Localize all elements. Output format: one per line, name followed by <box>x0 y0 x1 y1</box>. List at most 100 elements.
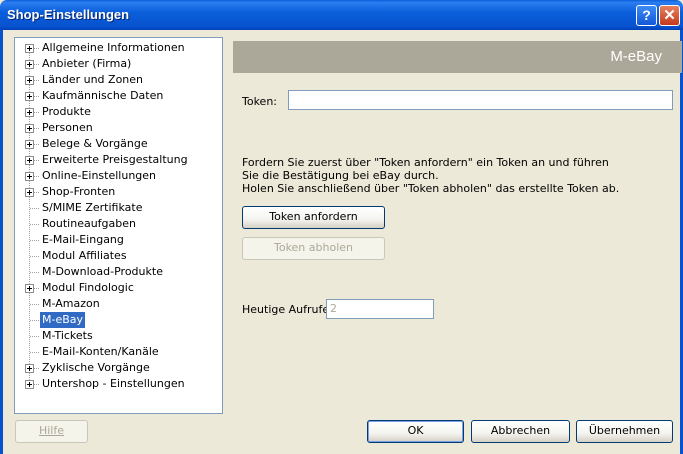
expand-plus-icon[interactable] <box>25 188 34 197</box>
tree-branch-line <box>34 176 39 177</box>
instructions-line: Holen Sie anschließend über "Token abhol… <box>242 182 620 195</box>
fetch-token-label: Token abholen <box>273 241 353 254</box>
tree-item[interactable]: E-Mail-Eingang <box>15 232 220 248</box>
ok-button[interactable]: OK <box>367 420 464 443</box>
settings-tree[interactable]: Allgemeine Informationen Anbieter (Firma)… <box>14 37 223 414</box>
instructions-line: Fordern Sie zuerst über "Token anfordern… <box>242 156 609 169</box>
tree-branch-line <box>30 320 39 321</box>
tree-item-label: Routineaufgaben <box>42 217 136 230</box>
instructions-text: Fordern Sie zuerst über "Token anfordern… <box>242 156 619 195</box>
tree-item[interactable]: M-Download-Produkte <box>15 264 220 280</box>
expand-plus-icon[interactable] <box>25 92 34 101</box>
tree-branch-line <box>34 368 39 369</box>
expand-plus-icon[interactable] <box>25 44 34 53</box>
tree-branch-line <box>34 384 39 385</box>
tree-branch-line <box>34 160 39 161</box>
help-button[interactable]: Hilfe <box>15 420 88 443</box>
tree-item-label: Länder und Zonen <box>42 73 144 86</box>
tree-item-label: Modul Findologic <box>42 281 134 294</box>
tree-branch-line <box>30 256 39 257</box>
tree-item[interactable]: Modul Findologic <box>15 280 220 296</box>
tree-item[interactable]: Modul Affiliates <box>15 248 220 264</box>
instructions-line: Sie die Bestätigung bei eBay durch. <box>242 169 439 182</box>
help-title-button[interactable]: ? <box>636 5 657 26</box>
tree-item-label-selected: M-eBay <box>40 312 86 328</box>
request-token-label: Token anfordern <box>269 210 358 223</box>
window-title: Shop-Einstellungen <box>7 7 130 22</box>
expand-plus-icon[interactable] <box>25 172 34 181</box>
tree-item[interactable]: Online-Einstellungen <box>15 168 220 184</box>
settings-window: Shop-Einstellungen ? ✕ Allgemeine Inform… <box>0 0 683 454</box>
tree-item[interactable]: M-Tickets <box>15 328 220 344</box>
close-window-button[interactable]: ✕ <box>659 5 680 26</box>
tree-item-label: Online-Einstellungen <box>42 169 157 182</box>
cancel-button[interactable]: Abbrechen <box>471 420 570 443</box>
expand-plus-icon[interactable] <box>25 60 34 69</box>
expand-plus-icon[interactable] <box>25 76 34 85</box>
tree-item-label: Produkte <box>42 105 91 118</box>
tree-branch-line <box>30 352 39 353</box>
tree-item-label: Zyklische Vorgänge <box>42 361 150 374</box>
expand-plus-icon[interactable] <box>25 140 34 149</box>
tree-item[interactable]: Allgemeine Informationen <box>15 40 220 56</box>
tree-item[interactable]: Anbieter (Firma) <box>15 56 220 72</box>
tree-item[interactable]: M-eBay <box>15 312 220 328</box>
tree-item[interactable]: S/MIME Zertifikate <box>15 200 220 216</box>
expand-plus-icon[interactable] <box>25 364 34 373</box>
expand-plus-icon[interactable] <box>25 380 34 389</box>
token-label: Token: <box>242 95 278 108</box>
tree-item-label: E-Mail-Konten/Kanäle <box>42 345 159 358</box>
tree-item-label: Anbieter (Firma) <box>42 57 132 70</box>
tree-item-label: M-Tickets <box>42 329 93 342</box>
tree-item[interactable]: Shop-Fronten <box>15 184 220 200</box>
tree-item[interactable]: M-Amazon <box>15 296 220 312</box>
tree-branch-line <box>34 96 39 97</box>
tree-item-label: Modul Affiliates <box>42 249 127 262</box>
cancel-label: Abbrechen <box>490 424 551 437</box>
tree-branch-line <box>34 192 39 193</box>
request-token-button[interactable]: Token anfordern <box>242 206 385 229</box>
expand-plus-icon[interactable] <box>25 156 34 165</box>
expand-plus-icon[interactable] <box>25 108 34 117</box>
tree-item-label: Erweiterte Preisgestaltung <box>42 153 188 166</box>
tree-branch-line <box>34 48 39 49</box>
tree-item[interactable]: Kaufmännische Daten <box>15 88 220 104</box>
panel-title: M-eBay <box>610 48 662 65</box>
tree-item[interactable]: Routineaufgaben <box>15 216 220 232</box>
tree-item-label: Kaufmännische Daten <box>42 89 164 102</box>
tree-item-label: S/MIME Zertifikate <box>42 201 143 214</box>
fetch-token-button[interactable]: Token abholen <box>242 237 385 260</box>
window-frame-left <box>0 30 3 454</box>
tree-branch-line <box>30 336 39 337</box>
tree-branch-line <box>34 64 39 65</box>
question-mark-icon: ? <box>642 7 651 23</box>
close-icon: ✕ <box>663 7 676 24</box>
tree-item-label: Personen <box>42 121 93 134</box>
tree-item[interactable]: Zyklische Vorgänge <box>15 360 220 376</box>
tree-item[interactable]: Länder und Zonen <box>15 72 220 88</box>
tree-item[interactable]: Belege & Vorgänge <box>15 136 220 152</box>
tree-item[interactable]: Erweiterte Preisgestaltung <box>15 152 220 168</box>
tree-item[interactable]: E-Mail-Konten/Kanäle <box>15 344 220 360</box>
expand-plus-icon[interactable] <box>25 124 34 133</box>
tree-branch-line <box>34 128 39 129</box>
help-label: Hilfe <box>38 424 65 437</box>
tree-branch-line <box>30 240 39 241</box>
tree-item-label: M-Amazon <box>42 297 100 310</box>
tree-branch-line <box>34 80 39 81</box>
tree-item-label: Belege & Vorgänge <box>42 137 148 150</box>
calls-today-label: Heutige Aufrufe: <box>242 303 333 316</box>
expand-plus-icon[interactable] <box>25 284 34 293</box>
token-input[interactable] <box>288 90 673 110</box>
apply-button[interactable]: Übernehmen <box>576 420 673 443</box>
title-bar[interactable]: Shop-Einstellungen ? ✕ <box>0 0 683 30</box>
tree-branch-line <box>30 304 39 305</box>
ok-label: OK <box>407 424 424 437</box>
tree-item[interactable]: Produkte <box>15 104 220 120</box>
calls-today-field: 2 <box>326 299 434 319</box>
tree-item[interactable]: Untershop - Einstellungen <box>15 376 220 392</box>
tree-branch-line <box>30 272 39 273</box>
tree-item[interactable]: Personen <box>15 120 220 136</box>
apply-label: Übernehmen <box>588 424 661 437</box>
tree-branch-line <box>34 112 39 113</box>
